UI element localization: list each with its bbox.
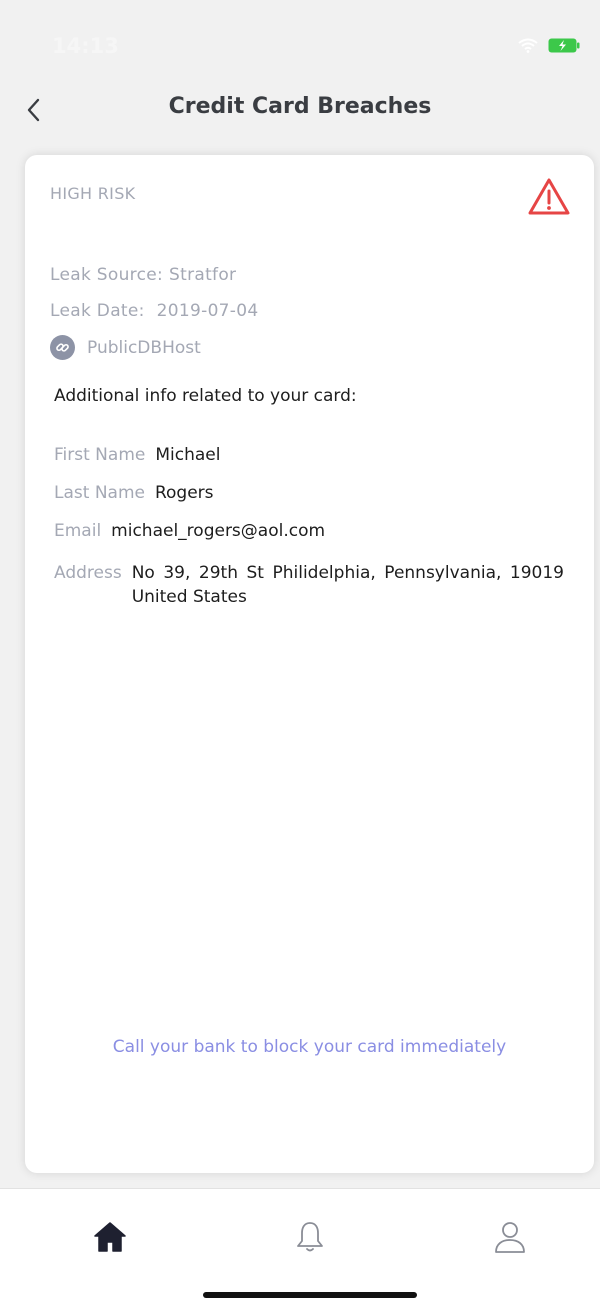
field-email: Email michael_rogers@aol.com (54, 521, 325, 541)
tab-home[interactable] (90, 1217, 130, 1257)
leak-date-value: 2019-07-04 (156, 301, 259, 321)
leak-date-label: Leak Date: (50, 301, 145, 321)
source-link-text: PublicDBHost (87, 337, 201, 358)
field-value: Michael (155, 445, 221, 465)
tab-alerts[interactable] (290, 1217, 330, 1257)
leak-source-label: Leak Source: (50, 265, 164, 285)
link-icon (50, 335, 75, 360)
home-icon (94, 1222, 126, 1252)
info-heading: Additional info related to your card: (54, 386, 357, 406)
risk-level-label: HIGH RISK (50, 184, 136, 203)
leak-source: Leak Source: Stratfor (50, 265, 236, 285)
status-bar: 14:13 (0, 0, 600, 80)
field-last-name: Last Name Rogers (54, 483, 214, 503)
field-label: Email (54, 521, 102, 541)
field-label: First Name (54, 445, 146, 465)
status-time: 14:13 (52, 34, 119, 58)
tab-profile[interactable] (490, 1217, 530, 1257)
user-icon (495, 1222, 525, 1253)
breach-card: HIGH RISK Leak Source: Stratfor Leak Date… (25, 155, 594, 1173)
field-value: michael_rogers@aol.com (111, 521, 326, 541)
field-value: No 39, 29th St Philidelphia, Pennsylvani… (131, 563, 564, 607)
battery-icon (548, 38, 580, 53)
call-bank-link[interactable]: Call your bank to block your card immedi… (25, 1037, 594, 1057)
status-icons (518, 38, 580, 53)
field-label: Address (54, 563, 122, 583)
field-label: Last Name (54, 483, 145, 503)
field-address: Address No 39, 29th St Philidelphia, Pen… (54, 563, 564, 609)
field-value: Rogers (154, 483, 214, 503)
nav-bar: Credit Card Breaches (0, 80, 600, 140)
bell-icon (297, 1222, 323, 1252)
tab-bar (0, 1188, 600, 1303)
field-first-name: First Name Michael (54, 445, 220, 465)
source-link[interactable]: PublicDBHost (50, 335, 201, 360)
leak-source-value: Stratfor (169, 265, 237, 285)
leak-date: Leak Date: 2019-07-04 (50, 301, 258, 321)
page-title: Credit Card Breaches (168, 94, 432, 119)
warning-icon (527, 177, 571, 221)
wifi-icon (518, 38, 538, 53)
home-indicator (203, 1292, 417, 1298)
